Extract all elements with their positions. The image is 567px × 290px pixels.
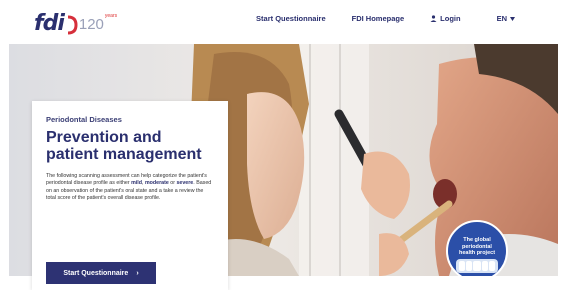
global-periodontal-project-badge: The global periodontal health project xyxy=(446,220,508,276)
logo-anniversary: 120 xyxy=(78,16,104,33)
card-description: The following scanning assessment can he… xyxy=(46,173,214,203)
severity-severe: severe xyxy=(176,180,194,187)
nav-login[interactable]: Login xyxy=(430,14,461,23)
fdi-logo[interactable]: fdi 120 years xyxy=(34,9,117,35)
language-selector[interactable]: EN xyxy=(497,14,515,23)
severity-mild: mild xyxy=(131,180,142,187)
nav-fdi-homepage[interactable]: FDI Homepage xyxy=(352,14,405,23)
severity-moderate: moderate xyxy=(144,180,169,187)
site-header: fdi 120 years Start Questionnaire FDI Ho… xyxy=(0,0,567,44)
logo-tooth-icon xyxy=(67,15,78,35)
user-icon xyxy=(430,15,437,22)
nav-login-label: Login xyxy=(440,14,461,23)
logo-wordmark: fdi xyxy=(34,11,65,36)
nav-start-questionnaire[interactable]: Start Questionnaire xyxy=(256,14,326,23)
teeth-icon xyxy=(456,259,498,273)
badge-line-3: health project xyxy=(458,250,496,256)
badge-text: The global periodontal health project xyxy=(448,237,506,257)
page-title: Prevention and patient management xyxy=(46,129,214,163)
title-line-1: Prevention and xyxy=(46,129,162,146)
arrow-right-icon: › xyxy=(136,269,139,277)
language-label: EN xyxy=(496,14,507,23)
chevron-down-icon xyxy=(510,16,515,21)
top-nav: Start Questionnaire FDI Homepage Login E… xyxy=(256,14,515,23)
start-questionnaire-button[interactable]: Start Questionnaire › xyxy=(46,262,156,284)
logo-superscript: years xyxy=(104,13,118,19)
card-kicker: Periodontal Diseases xyxy=(46,115,122,124)
intro-card: Periodontal Diseases Prevention and pati… xyxy=(32,101,228,290)
title-line-2: patient management xyxy=(46,146,202,163)
cta-label: Start Questionnaire xyxy=(63,269,129,277)
